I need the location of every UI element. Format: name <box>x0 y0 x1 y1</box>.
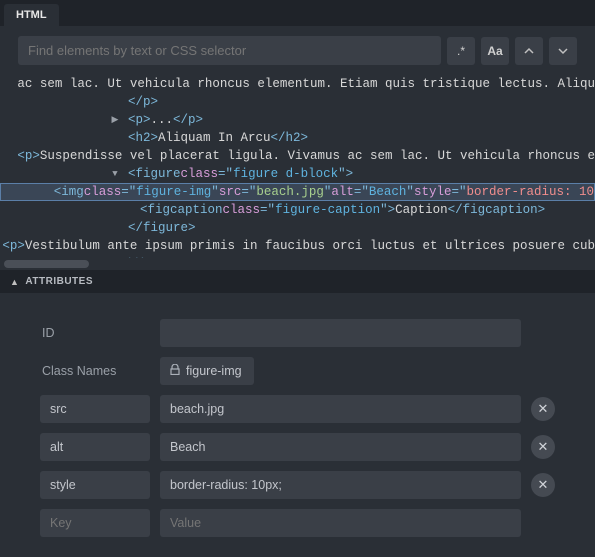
tree-row[interactable]: <p>Vestibulum ante ipsum primis in fauci… <box>0 237 595 255</box>
tree-row[interactable]: <p>Suspendisse vel placerat ligula. Viva… <box>0 147 595 165</box>
attr-label-class: Class Names <box>40 357 150 385</box>
tree-row[interactable]: <h2>Aliquam In Arcu </h2> <box>0 129 595 147</box>
attr-row-id: ID <box>40 319 555 347</box>
close-icon: ✕ <box>538 477 549 493</box>
collapse-icon[interactable]: ▼ <box>108 165 122 183</box>
remove-attr-button[interactable]: ✕ <box>531 435 555 459</box>
attr-label-id: ID <box>40 319 150 347</box>
collapse-icon: ▲ <box>10 277 19 287</box>
search-prev-button[interactable] <box>515 37 543 65</box>
close-icon: ✕ <box>538 439 549 455</box>
attr-value-input[interactable] <box>170 440 511 454</box>
dom-tree[interactable]: ac sem lac. Ut vehicula rhoncus elementu… <box>0 75 595 260</box>
tree-row[interactable]: </p> <box>0 93 595 111</box>
close-icon: ✕ <box>538 401 549 417</box>
attr-value-input[interactable] <box>170 402 511 416</box>
tab-bar: HTML <box>0 0 595 26</box>
scrollbar-thumb[interactable] <box>4 260 89 268</box>
search-next-button[interactable] <box>549 37 577 65</box>
tree-row[interactable]: ac sem lac. Ut vehicula rhoncus elementu… <box>0 75 595 93</box>
search-bar: .* Aa <box>0 26 595 75</box>
attr-row-new <box>40 509 555 537</box>
attr-row: ✕ <box>40 395 555 423</box>
tree-row[interactable]: ▶<p>...</p> <box>0 111 595 129</box>
id-field[interactable] <box>170 326 511 340</box>
tree-row-selected[interactable]: <img class="figure-img" src="beach.jpg" … <box>0 183 595 201</box>
remove-attr-button[interactable]: ✕ <box>531 397 555 421</box>
class-name-value: figure-img <box>186 364 242 378</box>
attr-value-id[interactable] <box>160 319 521 347</box>
horizontal-scrollbar[interactable] <box>0 258 595 270</box>
attr-row: ✕ <box>40 433 555 461</box>
section-title: ATTRIBUTES <box>25 276 93 287</box>
new-attr-key-input[interactable] <box>40 509 150 537</box>
attributes-section-header[interactable]: ▲ ATTRIBUTES <box>0 270 595 293</box>
attr-row-class: Class Names figure-img <box>40 357 555 385</box>
attr-key-input[interactable] <box>40 395 150 423</box>
tree-row[interactable]: <figcaption class="figure-caption">Capti… <box>0 201 595 219</box>
search-input[interactable] <box>18 36 441 65</box>
chevron-up-icon <box>524 46 534 56</box>
tree-row[interactable]: </figure> <box>0 219 595 237</box>
tree-row[interactable]: ▼<figure class="figure d-block"> <box>0 165 595 183</box>
attr-row: ✕ <box>40 471 555 499</box>
attr-key-input[interactable] <box>40 471 150 499</box>
search-case-toggle[interactable]: Aa <box>481 37 509 65</box>
lock-icon <box>170 364 180 378</box>
attr-value-class[interactable]: figure-img <box>160 357 254 385</box>
search-regex-toggle[interactable]: .* <box>447 37 475 65</box>
attributes-panel: ID Class Names figure-img ✕ ✕ ✕ <box>0 293 595 557</box>
attr-value-input[interactable] <box>170 478 511 492</box>
attr-key-input[interactable] <box>40 433 150 461</box>
new-attr-value-input[interactable] <box>170 516 511 530</box>
tab-html[interactable]: HTML <box>4 4 59 26</box>
expand-icon[interactable]: ▶ <box>108 111 122 129</box>
chevron-down-icon <box>558 46 568 56</box>
remove-attr-button[interactable]: ✕ <box>531 473 555 497</box>
